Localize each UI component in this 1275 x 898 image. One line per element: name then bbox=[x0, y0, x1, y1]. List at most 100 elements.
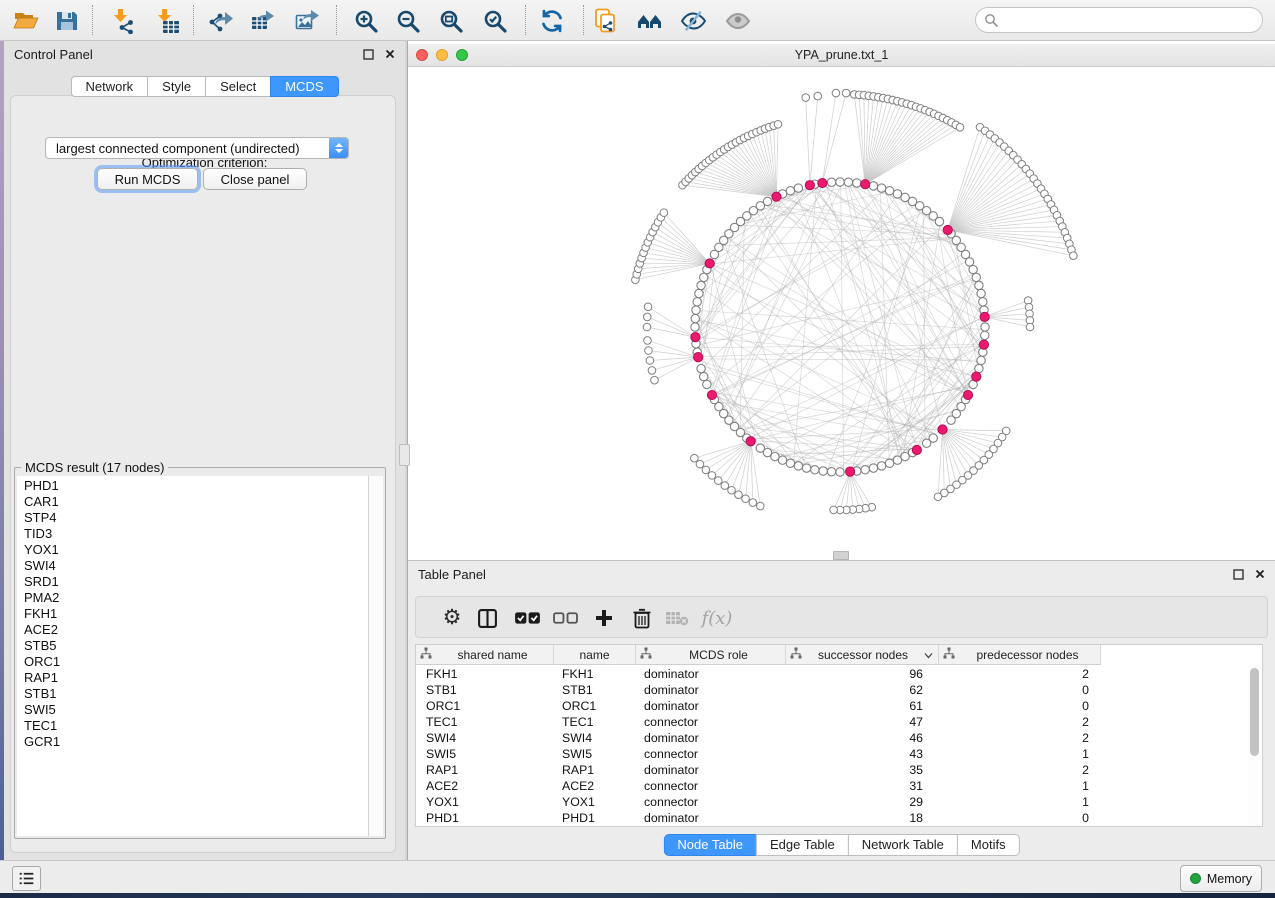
mcds-result-item[interactable]: SWI5 bbox=[17, 702, 368, 718]
network-node[interactable] bbox=[836, 178, 844, 186]
mcds-result-item[interactable]: STB5 bbox=[17, 638, 368, 654]
network-node[interactable] bbox=[700, 273, 708, 281]
tab-network[interactable]: Network bbox=[70, 76, 148, 97]
network-node[interactable] bbox=[660, 209, 668, 217]
show-column-panel-button[interactable] bbox=[473, 605, 501, 631]
mcds-network-node[interactable] bbox=[707, 390, 716, 399]
network-node[interactable] bbox=[814, 92, 822, 100]
column-header-predecessor-nodes[interactable]: predecessor nodes bbox=[939, 645, 1101, 665]
network-node[interactable] bbox=[645, 347, 653, 355]
table-row[interactable]: ACE2ACE2connector311 bbox=[416, 778, 1248, 794]
function-builder-button[interactable]: f(x) bbox=[703, 605, 731, 631]
network-node[interactable] bbox=[643, 323, 651, 331]
hide-selected-button[interactable] bbox=[679, 7, 706, 34]
network-node[interactable] bbox=[651, 376, 659, 384]
zoom-in-button[interactable] bbox=[352, 7, 379, 34]
mcds-network-node[interactable] bbox=[980, 312, 989, 321]
network-node[interactable] bbox=[830, 506, 838, 514]
network-node[interactable] bbox=[947, 416, 955, 424]
mcds-result-item[interactable]: ORC1 bbox=[17, 654, 368, 670]
criterion-select[interactable]: largest connected component (undirected) bbox=[45, 137, 349, 159]
tab-motifs[interactable]: Motifs bbox=[957, 834, 1020, 856]
zoom-fit-button[interactable] bbox=[437, 7, 464, 34]
export-image-button[interactable] bbox=[294, 7, 321, 34]
network-node[interactable] bbox=[696, 460, 704, 468]
mcds-result-item[interactable]: RAP1 bbox=[17, 670, 368, 686]
horizontal-splitter-handle[interactable] bbox=[833, 551, 849, 560]
network-node[interactable] bbox=[836, 468, 844, 476]
network-node[interactable] bbox=[853, 179, 861, 187]
network-node[interactable] bbox=[827, 178, 835, 186]
table-row[interactable]: STB1STB1dominator620 bbox=[416, 682, 1248, 698]
mcds-network-node[interactable] bbox=[772, 192, 781, 201]
vertical-splitter-handle[interactable] bbox=[399, 444, 410, 466]
mcds-list-scrollbar[interactable] bbox=[369, 476, 383, 836]
network-node[interactable] bbox=[794, 184, 802, 192]
table-row[interactable]: FKH1FKH1dominator962 bbox=[416, 666, 1248, 682]
network-node[interactable] bbox=[742, 495, 750, 503]
float-panel-icon[interactable] bbox=[361, 47, 375, 61]
mcds-result-item[interactable]: TEC1 bbox=[17, 718, 368, 734]
refresh-view-button[interactable] bbox=[538, 7, 565, 34]
table-row[interactable]: ORC1ORC1dominator610 bbox=[416, 698, 1248, 714]
network-node[interactable] bbox=[763, 197, 771, 205]
network-node[interactable] bbox=[802, 94, 810, 102]
network-node[interactable] bbox=[691, 454, 699, 462]
save-session-button[interactable] bbox=[53, 7, 80, 34]
network-node[interactable] bbox=[827, 468, 835, 476]
search-box[interactable] bbox=[975, 7, 1263, 33]
network-node[interactable] bbox=[869, 464, 877, 472]
tab-mcds[interactable]: MCDS bbox=[270, 76, 338, 97]
network-node[interactable] bbox=[979, 298, 987, 306]
network-node[interactable] bbox=[756, 502, 764, 510]
mcds-result-item[interactable]: SWI4 bbox=[17, 558, 368, 574]
table-row[interactable]: TEC1TEC1connector472 bbox=[416, 714, 1248, 730]
mcds-result-item[interactable]: STB1 bbox=[17, 686, 368, 702]
table-row[interactable]: SWI5SWI5connector431 bbox=[416, 746, 1248, 762]
network-node[interactable] bbox=[749, 499, 757, 507]
network-node[interactable] bbox=[869, 182, 877, 190]
network-node[interactable] bbox=[700, 372, 708, 380]
network-node[interactable] bbox=[786, 459, 794, 467]
search-input[interactable] bbox=[998, 9, 1262, 31]
network-node[interactable] bbox=[786, 187, 794, 195]
network-graph-canvas[interactable] bbox=[408, 67, 1275, 554]
network-node[interactable] bbox=[756, 444, 764, 452]
minimize-window-traffic-light[interactable] bbox=[436, 49, 448, 61]
network-node[interactable] bbox=[692, 306, 700, 314]
network-node[interactable] bbox=[877, 462, 885, 470]
mcds-network-node[interactable] bbox=[979, 340, 988, 349]
mcds-network-node[interactable] bbox=[818, 178, 827, 187]
clone-network-button[interactable] bbox=[592, 7, 619, 34]
table-row[interactable]: SWI4SWI4dominator462 bbox=[416, 730, 1248, 746]
network-node[interactable] bbox=[969, 265, 977, 273]
tab-select[interactable]: Select bbox=[205, 76, 271, 97]
column-header-MCDS-role[interactable]: MCDS role bbox=[636, 645, 786, 665]
network-node[interactable] bbox=[697, 281, 705, 289]
memory-button[interactable]: Memory bbox=[1180, 865, 1262, 892]
column-header-shared-name[interactable]: shared name bbox=[416, 645, 554, 665]
mcds-network-node[interactable] bbox=[691, 333, 700, 342]
network-node[interactable] bbox=[794, 462, 802, 470]
network-node[interactable] bbox=[721, 482, 729, 490]
network-node[interactable] bbox=[877, 184, 885, 192]
delete-table-button[interactable] bbox=[663, 605, 691, 631]
tab-node-table[interactable]: Node Table bbox=[663, 834, 757, 856]
network-node[interactable] bbox=[922, 439, 930, 447]
network-node[interactable] bbox=[643, 313, 651, 321]
zoom-out-button[interactable] bbox=[394, 7, 421, 34]
import-table-button[interactable] bbox=[153, 7, 180, 34]
network-node[interactable] bbox=[893, 456, 901, 464]
first-neighbors-button[interactable] bbox=[636, 7, 663, 34]
network-node[interactable] bbox=[1070, 252, 1078, 260]
mcds-result-item[interactable]: YOX1 bbox=[17, 542, 368, 558]
column-header-name[interactable]: name bbox=[554, 645, 636, 665]
zoom-selected-button[interactable] bbox=[481, 7, 508, 34]
network-node[interactable] bbox=[972, 273, 980, 281]
float-panel-icon[interactable] bbox=[1231, 567, 1245, 581]
zoom-window-traffic-light[interactable] bbox=[456, 49, 468, 61]
export-network-button[interactable] bbox=[207, 7, 234, 34]
mcds-result-item[interactable]: ACE2 bbox=[17, 622, 368, 638]
network-node[interactable] bbox=[646, 357, 654, 365]
mcds-result-item[interactable]: SRD1 bbox=[17, 574, 368, 590]
